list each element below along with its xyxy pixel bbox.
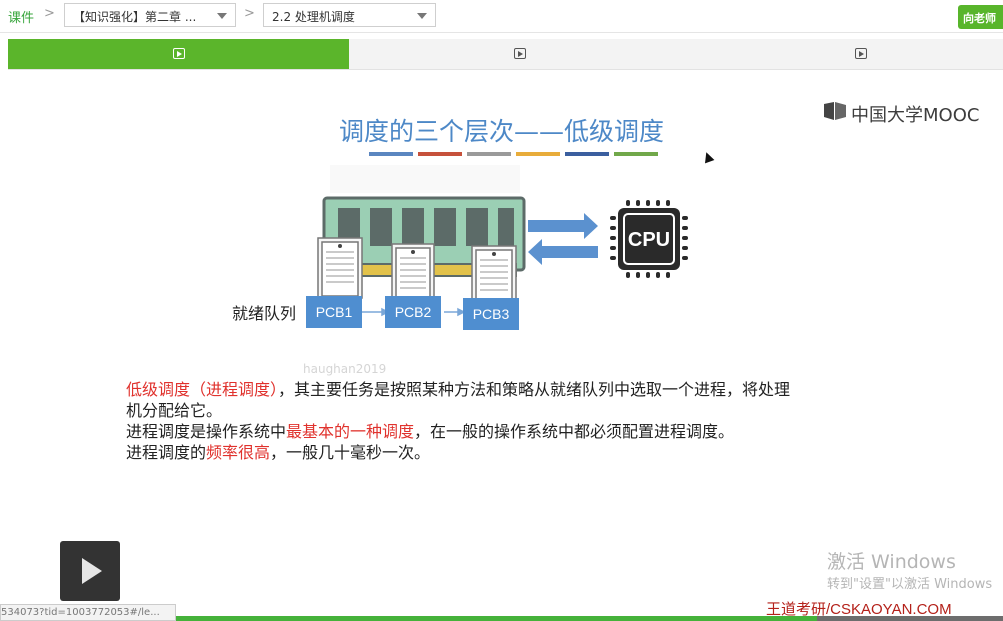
tab-video-3[interactable] bbox=[690, 39, 1003, 69]
highlight-text: 频率很高 bbox=[206, 443, 271, 462]
pcb-box: PCB1 bbox=[306, 296, 362, 328]
background-stripes bbox=[330, 165, 520, 193]
video-icon bbox=[172, 48, 185, 59]
paragraph-text: 机分配给它。 bbox=[126, 401, 223, 420]
paragraph-2: 进程调度是操作系统中最基本的一种调度，在一般的操作系统中都必须配置进程调度。 bbox=[126, 421, 734, 442]
paragraph-3: 进程调度的频率很高，一般几十毫秒一次。 bbox=[126, 442, 430, 463]
paragraph-text: ，一般几十毫秒一次。 bbox=[270, 443, 431, 462]
pcb-box: PCB3 bbox=[463, 298, 519, 330]
color-bar bbox=[418, 152, 462, 156]
color-bar bbox=[467, 152, 511, 156]
windows-activation-title: 激活 Windows bbox=[827, 551, 956, 573]
section-select[interactable]: 2.2 处理机调度 bbox=[263, 3, 436, 27]
paragraph-1: 低级调度（进程调度），其主要任务是按照某种方法和策略从就绪队列中选取一个进程，将… bbox=[126, 379, 790, 421]
tab-video-2[interactable] bbox=[349, 39, 690, 69]
windows-activation-hint: 转到"设置"以激活 Windows bbox=[827, 577, 993, 592]
mooc-logo: 中国大学MOOC bbox=[851, 105, 980, 126]
highlight-text: 最基本的一种调度 bbox=[286, 422, 415, 441]
faint-watermark: haughan2019 bbox=[303, 362, 387, 376]
color-bar bbox=[614, 152, 658, 156]
pcb-box: PCB2 bbox=[385, 296, 441, 328]
color-bar bbox=[516, 152, 560, 156]
tab-video-1[interactable] bbox=[8, 39, 349, 69]
top-bar: 课件 > 【知识强化】第二章 ... > 2.2 处理机调度 向老师 bbox=[0, 0, 1003, 33]
color-bar bbox=[369, 152, 413, 156]
chevron-down-icon bbox=[217, 13, 227, 19]
ask-teacher-button[interactable]: 向老师 bbox=[958, 5, 1003, 29]
transfer-arrows-icon bbox=[528, 213, 598, 265]
chevron-right-icon: > bbox=[244, 6, 255, 21]
status-url: 534073?tid=1003772053#/le... bbox=[0, 604, 176, 621]
paragraph-text: 进程调度是操作系统中 bbox=[126, 422, 287, 441]
color-bar bbox=[565, 152, 609, 156]
ready-queue-label: 就绪队列 bbox=[232, 304, 297, 323]
paragraph-text: ，其主要任务是按照某种方法和策略从就绪队列中选取一个进程，将处理 bbox=[278, 380, 791, 399]
video-icon bbox=[854, 48, 867, 59]
chevron-right-icon: > bbox=[44, 6, 55, 21]
highlight-text: 低级调度（进程调度） bbox=[126, 380, 279, 399]
video-icon bbox=[513, 48, 526, 59]
courseware-link[interactable]: 课件 bbox=[8, 7, 34, 26]
play-button[interactable] bbox=[60, 541, 120, 601]
chapter-select-value: 【知识强化】第二章 ... bbox=[73, 10, 197, 24]
paragraph-text: ，在一般的操作系统中都必须配置进程调度。 bbox=[414, 422, 735, 441]
paragraph-text: 进程调度的 bbox=[126, 443, 207, 462]
section-select-value: 2.2 处理机调度 bbox=[272, 10, 355, 24]
mooc-logo-icon bbox=[824, 102, 846, 120]
chapter-select[interactable]: 【知识强化】第二章 ... bbox=[64, 3, 236, 27]
cpu-label: CPU bbox=[628, 229, 670, 251]
chevron-down-icon bbox=[417, 13, 427, 19]
unit-tabs bbox=[8, 39, 1003, 70]
